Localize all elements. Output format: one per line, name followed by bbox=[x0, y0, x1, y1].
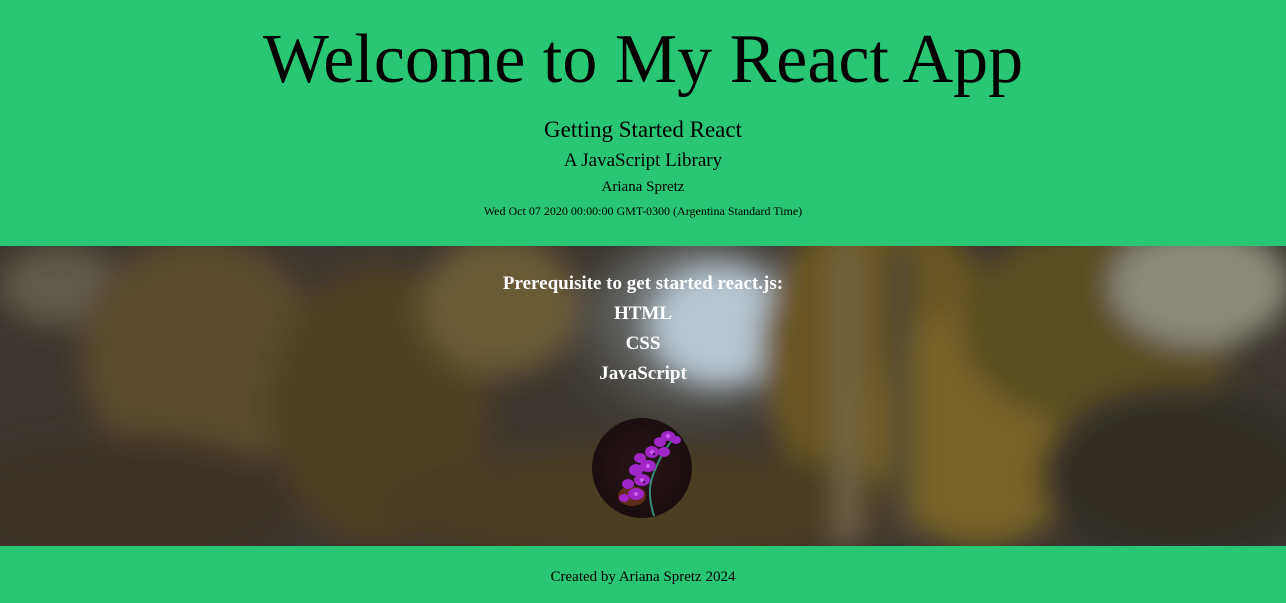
subtitle: Getting Started React bbox=[544, 117, 742, 142]
date-text: Wed Oct 07 2020 00:00:00 GMT-0300 (Argen… bbox=[483, 204, 803, 218]
header: Welcome to My React App Getting Started … bbox=[0, 0, 1286, 246]
orchid-photo-icon bbox=[592, 418, 692, 518]
tagline: A JavaScript Library bbox=[563, 150, 723, 171]
prerequisite-item: JavaScript bbox=[599, 363, 687, 384]
main-section: Prerequisite to get started react.js: HT… bbox=[0, 246, 1286, 546]
page-title: Welcome to My React App bbox=[262, 21, 1024, 98]
prerequisite-item: CSS bbox=[625, 333, 661, 354]
avatar bbox=[592, 418, 692, 518]
footer-credit: Created by Ariana Spretz 2024 bbox=[550, 569, 736, 585]
prerequisites-heading: Prerequisite to get started react.js: bbox=[502, 273, 784, 294]
prerequisite-item: HTML bbox=[613, 303, 673, 324]
footer: Created by Ariana Spretz 2024 bbox=[0, 546, 1286, 603]
author-name: Ariana Spretz bbox=[601, 179, 685, 195]
